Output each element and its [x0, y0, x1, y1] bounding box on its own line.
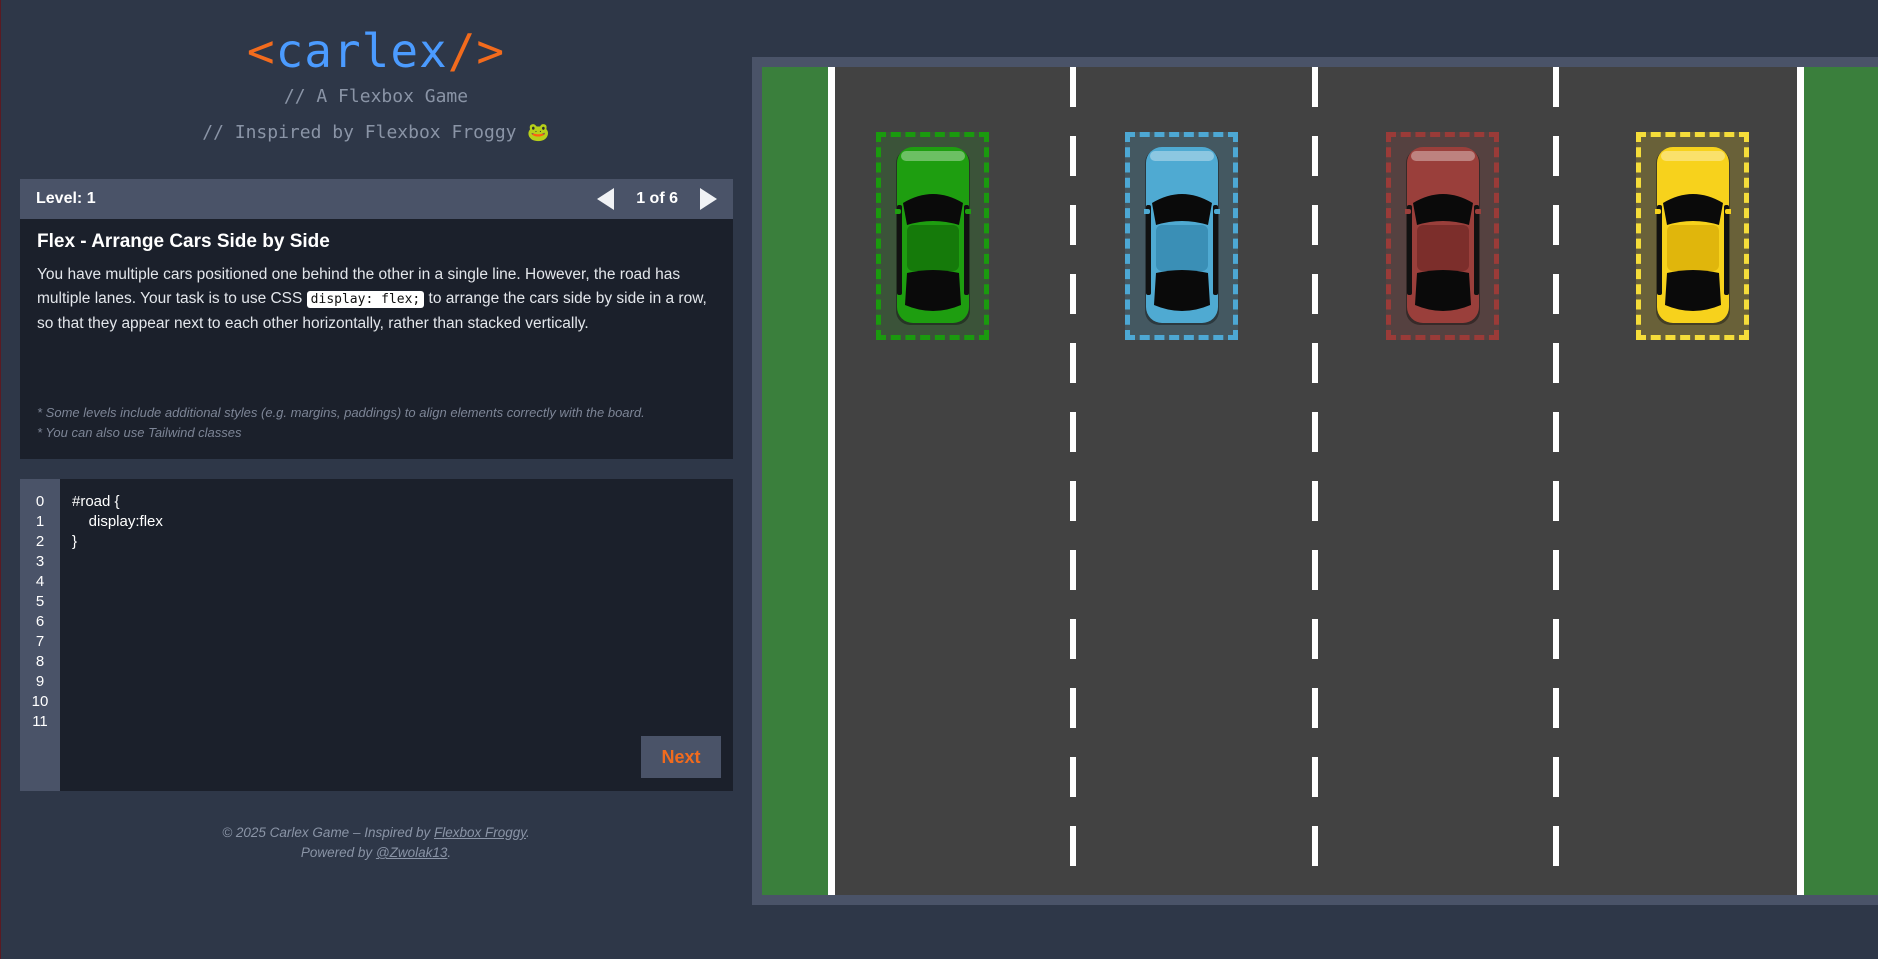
subtitle-game: // A Flexbox Game [283, 86, 469, 107]
logo-close-bracket: /> [447, 24, 506, 78]
lane-dash [1070, 688, 1076, 728]
grass-right [1804, 67, 1878, 895]
flexbox-froggy-link[interactable]: Flexbox Froggy [434, 825, 526, 840]
footer-powered-suffix: . [447, 845, 452, 860]
lane-dash [1312, 481, 1318, 521]
road-edge-line-right [1797, 67, 1804, 895]
prev-level-icon[interactable] [597, 188, 615, 210]
note-margins: * Some levels include additional styles … [37, 405, 645, 420]
line-number: 4 [35, 573, 45, 590]
lane-dash [1312, 757, 1318, 797]
level-panel: Level: 1 1 of 6 Flex - Arrange Cars Side… [20, 179, 733, 459]
lane-dash [1553, 688, 1559, 728]
logo-open-bracket: < [246, 24, 276, 78]
author-link[interactable]: @Zwolak13 [376, 845, 447, 860]
line-number: 11 [32, 713, 48, 730]
road-edge-line-left [828, 67, 835, 895]
level-label: Level: 1 [36, 190, 96, 207]
lane-dash [1312, 550, 1318, 590]
blue-car-icon [1144, 147, 1220, 325]
game-board [752, 57, 1878, 905]
line-number: 8 [35, 653, 45, 670]
lane-dash [1070, 550, 1076, 590]
lane-dash [1553, 550, 1559, 590]
level-counter: 1 of 6 [636, 190, 678, 207]
blue-car-slot [1125, 132, 1238, 340]
lane-dash [1312, 412, 1318, 452]
logo-text: carlex [275, 24, 448, 78]
level-nav: 1 of 6 [597, 188, 717, 210]
line-number: 5 [35, 593, 45, 610]
footer-credit-suffix: . [526, 825, 530, 840]
code-line[interactable]: } [72, 533, 77, 550]
lane-dash [1553, 205, 1559, 245]
window-edge [0, 0, 1, 959]
lane-dash [1312, 205, 1318, 245]
lane-dash [1070, 619, 1076, 659]
code-editor[interactable]: 0 1 2 3 4 5 6 7 8 9 10 11 #road { displa… [20, 479, 733, 791]
lane-dash [1553, 274, 1559, 314]
lane-dash [1312, 343, 1318, 383]
red-car-slot [1386, 132, 1499, 340]
yellow-car-slot [1636, 132, 1749, 340]
line-number: 1 [35, 513, 45, 530]
lane-dash [1312, 826, 1318, 866]
lane-dash [1553, 67, 1559, 107]
footer-powered-text: Powered by [300, 845, 376, 860]
line-number: 7 [35, 633, 45, 650]
code-line[interactable]: #road { [72, 493, 120, 510]
level-title: Flex - Arrange Cars Side by Side [37, 231, 330, 252]
lane-dash [1312, 274, 1318, 314]
lane-dash [1553, 481, 1559, 521]
level-notes: * Some levels include additional styles … [37, 403, 645, 443]
footer-powered: Powered by @Zwolak13. [0, 843, 752, 863]
lane-dash [1070, 412, 1076, 452]
line-number-gutter: 0 1 2 3 4 5 6 7 8 9 10 11 [20, 479, 60, 791]
lane-dash [1070, 205, 1076, 245]
red-car-icon [1405, 147, 1481, 325]
lane-dash [1312, 688, 1318, 728]
logo: <carlex/> [0, 24, 752, 78]
next-level-icon[interactable] [700, 188, 717, 210]
lane-dash [1070, 343, 1076, 383]
desc-code: display: flex; [306, 291, 425, 308]
line-number: 2 [35, 533, 45, 550]
grass-left [762, 67, 828, 895]
lane-dash [1553, 757, 1559, 797]
lane-dash [1553, 619, 1559, 659]
lane-dash [1553, 412, 1559, 452]
footer: © 2025 Carlex Game – Inspired by Flexbox… [0, 823, 752, 863]
lane-dash [1070, 67, 1076, 107]
footer-credit: © 2025 Carlex Game – Inspired by Flexbox… [0, 823, 752, 843]
level-bar: Level: 1 1 of 6 [20, 179, 733, 219]
level-description: You have multiple cars positioned one be… [37, 263, 716, 336]
footer-credit-text: © 2025 Carlex Game – Inspired by [222, 825, 434, 840]
lane-dash [1553, 343, 1559, 383]
line-number: 9 [35, 673, 45, 690]
subtitle-inspired: // Inspired by Flexbox Froggy 🐸 [202, 122, 550, 143]
lane-dash [1070, 274, 1076, 314]
lane-dash [1070, 136, 1076, 176]
green-car-slot [876, 132, 989, 340]
line-number: 6 [35, 613, 45, 630]
lane-dash [1312, 619, 1318, 659]
lane-dash [1070, 757, 1076, 797]
lane-dash [1070, 826, 1076, 866]
level-body: Flex - Arrange Cars Side by Side You hav… [20, 219, 733, 336]
lane-dash [1553, 826, 1559, 866]
yellow-car-icon [1655, 147, 1731, 325]
code-line[interactable]: display:flex [72, 513, 163, 530]
lane-dash [1553, 136, 1559, 176]
lane-dash [1312, 136, 1318, 176]
green-car-icon [895, 147, 971, 325]
line-number: 0 [35, 493, 45, 510]
next-button[interactable]: Next [641, 736, 721, 778]
lane-dash [1070, 481, 1076, 521]
line-number: 3 [35, 553, 45, 570]
note-tailwind: * You can also use Tailwind classes [37, 425, 242, 440]
line-number: 10 [31, 693, 49, 710]
lane-dash [1312, 67, 1318, 107]
